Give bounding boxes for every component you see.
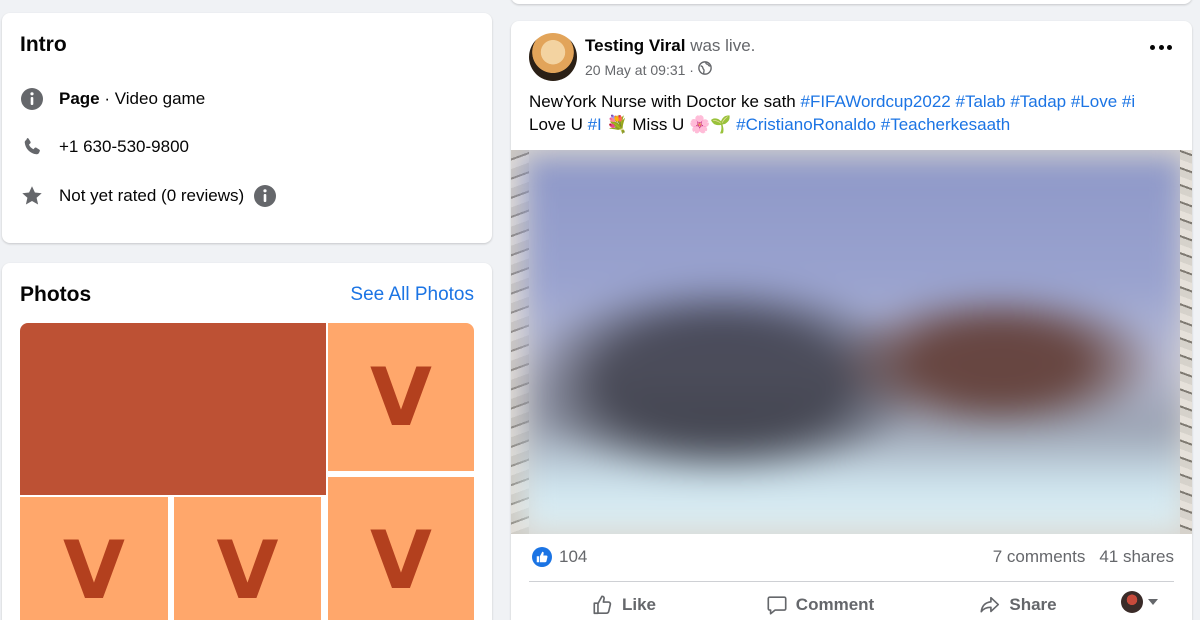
rating-info-icon[interactable] bbox=[253, 184, 277, 208]
post-card: Testing Viral was live. 20 May at 09:31 … bbox=[511, 21, 1192, 620]
more-options-icon[interactable] bbox=[1150, 43, 1172, 51]
info-icon bbox=[20, 87, 44, 111]
comment-icon bbox=[766, 594, 788, 616]
hashtag[interactable]: #Talab bbox=[955, 92, 1005, 111]
like-label: Like bbox=[621, 595, 657, 614]
see-all-photos-link[interactable]: See All Photos bbox=[350, 284, 474, 306]
shares-count[interactable]: 41 shares bbox=[1099, 547, 1174, 567]
intro-rating-row: Not yet rated (0 reviews) bbox=[20, 184, 277, 208]
intro-phone-row: +1 630-530-9800 bbox=[20, 135, 189, 159]
like-count[interactable]: 104 bbox=[559, 547, 587, 567]
hashtag[interactable]: #Teacherkesaath bbox=[881, 115, 1010, 134]
intro-title: Intro bbox=[20, 33, 67, 56]
comment-label: Comment bbox=[795, 595, 875, 614]
comment-button[interactable]: Comment bbox=[719, 594, 921, 616]
share-button[interactable]: Share bbox=[921, 594, 1115, 616]
post-timestamp[interactable]: 20 May at 09:31 · bbox=[585, 62, 694, 78]
photos-card: Photos See All Photos V V V V bbox=[2, 263, 492, 620]
chevron-down-icon bbox=[1148, 598, 1158, 606]
photo-tile[interactable]: V bbox=[328, 323, 474, 471]
author-avatar[interactable] bbox=[529, 33, 577, 81]
blurred-video-frame bbox=[525, 156, 1183, 531]
like-icon bbox=[592, 594, 614, 616]
like-button[interactable]: Like bbox=[529, 594, 719, 616]
share-icon bbox=[979, 594, 1001, 616]
photo-tile[interactable]: V bbox=[328, 477, 474, 620]
globe-icon bbox=[698, 61, 712, 78]
author-name[interactable]: Testing Viral bbox=[585, 36, 685, 55]
phone-icon bbox=[20, 135, 44, 159]
post-video[interactable] bbox=[511, 150, 1192, 534]
viewer-avatar bbox=[1121, 591, 1143, 613]
actions-divider bbox=[529, 581, 1174, 582]
comments-count[interactable]: 7 comments bbox=[993, 547, 1086, 567]
star-icon bbox=[20, 184, 44, 208]
previous-post-card-edge bbox=[511, 0, 1192, 4]
post-text-part: NewYork Nurse with Doctor ke sath bbox=[529, 92, 801, 111]
video-backdrop-right bbox=[1180, 150, 1192, 534]
post-stats: 7 comments 41 shares bbox=[993, 547, 1174, 567]
post-action-text: was live. bbox=[690, 36, 756, 55]
photo-tile[interactable]: V bbox=[20, 497, 168, 620]
page-label: Page bbox=[59, 89, 100, 108]
post-text-part: Love U bbox=[529, 115, 588, 134]
intro-page-row: Page · Video game bbox=[20, 87, 205, 111]
reactions-bar: 104 7 comments 41 shares bbox=[529, 544, 1174, 572]
photo-tile[interactable]: V bbox=[174, 497, 321, 620]
photo-grid: V V V V bbox=[20, 323, 474, 620]
post-as-selector[interactable] bbox=[1121, 591, 1158, 613]
post-text: NewYork Nurse with Doctor ke sath #FIFAW… bbox=[529, 90, 1174, 136]
hashtag[interactable]: #i bbox=[1122, 92, 1135, 111]
post-header: Testing Viral was live. bbox=[585, 36, 755, 56]
hashtag[interactable]: #CristianoRonaldo bbox=[736, 115, 876, 134]
phone-number[interactable]: +1 630-530-9800 bbox=[59, 137, 189, 157]
hashtag[interactable]: #I bbox=[588, 115, 602, 134]
post-actions: Like Comment Share bbox=[529, 587, 1174, 620]
page-category: · Video game bbox=[99, 89, 206, 108]
like-reaction-icon[interactable] bbox=[532, 547, 552, 567]
photos-title: Photos bbox=[20, 283, 92, 306]
hashtag[interactable]: #Love bbox=[1071, 92, 1117, 111]
rating-text: Not yet rated (0 reviews) bbox=[59, 186, 245, 205]
photo-tile-large[interactable] bbox=[20, 323, 326, 495]
share-label: Share bbox=[1009, 595, 1057, 614]
hashtag[interactable]: #Tadap bbox=[1010, 92, 1066, 111]
intro-card: Intro Page · Video game +1 630-530-9800 … bbox=[2, 13, 492, 243]
hashtag[interactable]: #FIFAWordcup2022 bbox=[800, 92, 950, 111]
post-meta: 20 May at 09:31 · bbox=[585, 61, 712, 78]
post-text-part: 💐 Miss U 🌸🌱 bbox=[601, 115, 737, 134]
